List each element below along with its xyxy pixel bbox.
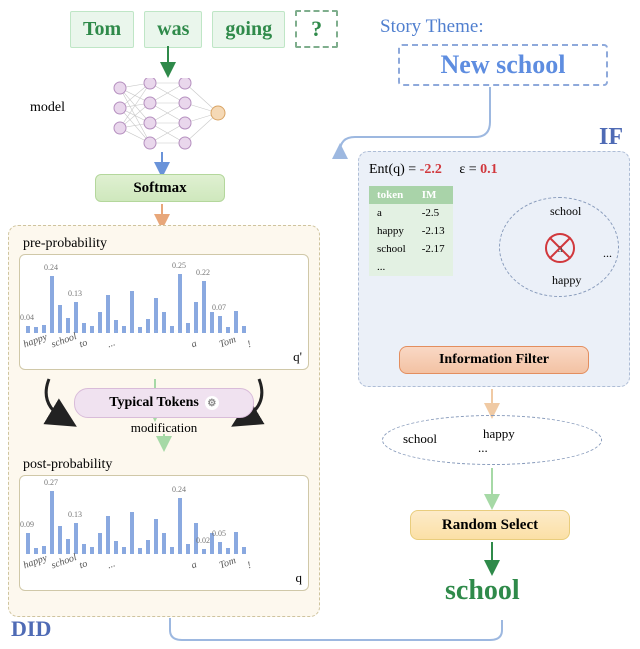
axis-labels: happy school to ... a Tom ! xyxy=(26,335,302,363)
model-label: model xyxy=(30,100,65,116)
did-label: DID xyxy=(11,616,51,642)
filtered-out-icon: a xyxy=(545,233,575,263)
table-row: ... xyxy=(369,258,453,276)
bar-value: 0.25 xyxy=(172,261,186,270)
pre-probability-chart: 0.04 0.24 0.13 0.25 0.22 0.07 xyxy=(19,254,309,370)
did-panel: pre-probability 0.04 0.24 0.13 0.25 xyxy=(8,225,320,617)
candidate-set-icon: school happy ... xyxy=(382,415,602,465)
bar-value: 0.27 xyxy=(44,478,58,487)
post-probability-title: post-probability xyxy=(23,457,309,473)
bar-value: 0.13 xyxy=(68,510,82,519)
mask-token: ? xyxy=(295,10,338,48)
connector-arrow-icon xyxy=(340,87,500,162)
input-token: was xyxy=(144,11,202,48)
input-token: Tom xyxy=(70,11,134,48)
q-prime-label: q' xyxy=(293,349,302,365)
random-select-block: Random Select xyxy=(410,510,570,540)
bar-value: 0.22 xyxy=(196,268,210,277)
entropy-line: Ent(q) = -2.2 ε = 0.1 xyxy=(369,162,619,178)
table-row: school-2.17 xyxy=(369,240,453,258)
bar-value: 0.05 xyxy=(212,529,226,538)
pre-probability-title: pre-probability xyxy=(23,236,309,252)
arrow-down-icon xyxy=(484,468,500,513)
typical-tokens-block: Typical Tokens ⚙ xyxy=(74,388,254,418)
table-header: token xyxy=(369,186,414,204)
table-row: happy-2.13 xyxy=(369,222,453,240)
neural-net-icon xyxy=(110,78,230,161)
bar-value: 0.04 xyxy=(20,313,34,322)
table-header: IM xyxy=(414,186,453,204)
information-filter-block: Information Filter xyxy=(399,346,589,374)
softmax-block: Softmax xyxy=(95,174,225,202)
arrow-down-icon xyxy=(484,542,500,579)
input-token: going xyxy=(212,11,285,48)
input-token-row: Tom was going ? xyxy=(70,10,338,48)
arrow-down-icon xyxy=(156,434,172,455)
if-panel: IF Ent(q) = -2.2 ε = 0.1 tokenIM a-2.5 h… xyxy=(358,151,630,387)
bar-value: 0.24 xyxy=(44,263,58,272)
connector-arrow-icon xyxy=(170,618,510,649)
bar-value: 0.13 xyxy=(68,289,82,298)
arrow-down-icon xyxy=(160,46,176,81)
bar-value: 0.07 xyxy=(212,303,226,312)
token-set-icon: school a ... happy xyxy=(499,197,619,297)
if-label: IF xyxy=(599,124,623,151)
story-theme-box: New school xyxy=(398,44,608,86)
im-table: tokenIM a-2.5 happy-2.13 school-2.17 ... xyxy=(369,186,453,276)
table-row: a-2.5 xyxy=(369,204,453,222)
post-probability-chart: 0.09 0.27 0.13 0.24 0.02 0.05 xyxy=(19,475,309,591)
story-theme-label: Story Theme: xyxy=(380,16,484,38)
bar-value: 0.24 xyxy=(172,485,186,494)
bar-value: 0.09 xyxy=(20,520,34,529)
typical-tokens-label: Typical Tokens xyxy=(109,395,199,411)
bar-value: 0.02 xyxy=(196,536,210,545)
q-label: q xyxy=(296,570,303,586)
gear-icon: ⚙ xyxy=(205,396,219,410)
axis-labels: happy school to ... a Tom ! xyxy=(26,556,302,584)
output-token: school xyxy=(445,575,520,607)
